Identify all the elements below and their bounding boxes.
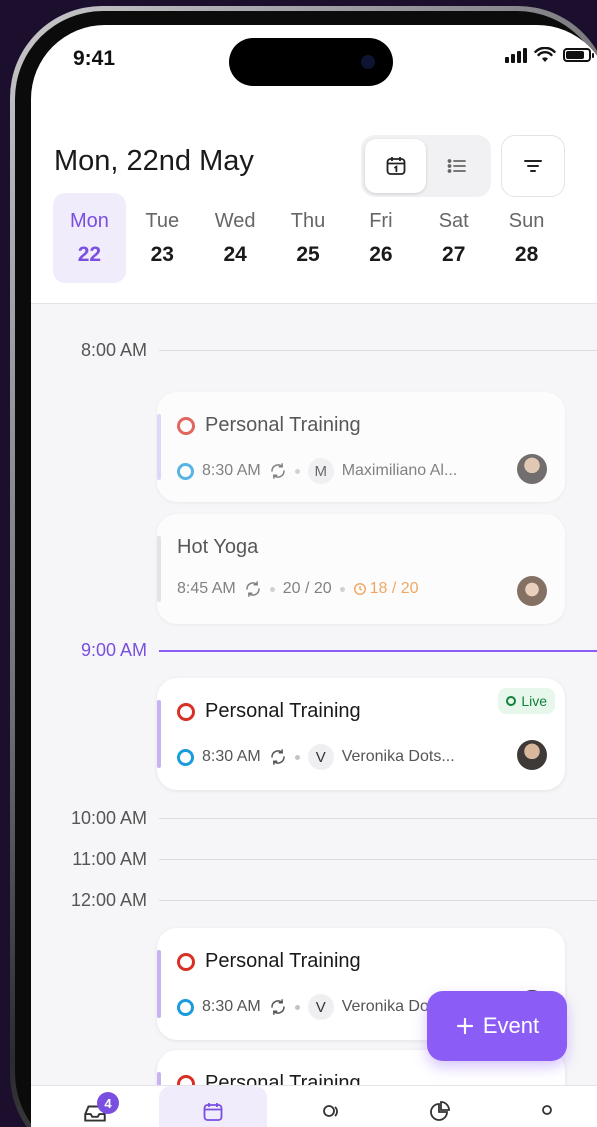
hour-line xyxy=(159,818,597,819)
event-capacity: 20 / 20 xyxy=(282,580,332,597)
status-time: 9:41 xyxy=(73,47,116,70)
week-strip: Mon 22 Tue 23 Wed 24 Thu 25 Fri 26 Sat 2… xyxy=(53,193,563,283)
filter-button[interactable] xyxy=(501,135,565,197)
event-time: 8:30 AM xyxy=(202,748,261,765)
tab-inbox[interactable]: 4 xyxy=(41,1086,149,1127)
day-tue[interactable]: Tue 23 xyxy=(126,193,199,283)
status-bar: 9:41 xyxy=(31,25,597,111)
battery-icon xyxy=(563,48,594,62)
separator-dot xyxy=(294,468,300,474)
person-initial: V xyxy=(307,994,334,1020)
person-name: Maximiliano Al... xyxy=(341,462,458,479)
repeat-icon xyxy=(245,581,260,597)
separator-dot xyxy=(269,586,275,592)
event-time: 8:30 AM xyxy=(202,462,261,479)
tab-calendar[interactable] xyxy=(159,1086,267,1127)
app-screen: 9:41 Mon, 22nd May Mon 22 Tue 23 Wed 24 … xyxy=(31,25,597,1127)
add-event-label: Event xyxy=(482,1013,540,1038)
calendar-view-button[interactable] xyxy=(365,139,426,193)
clock-icon xyxy=(353,583,366,595)
wifi-icon xyxy=(534,47,556,62)
hour-row-8am: 8:00 AM xyxy=(31,336,597,366)
event-accent-bar xyxy=(157,700,161,768)
day-sun[interactable]: Sun 28 xyxy=(490,193,563,283)
status-icons xyxy=(505,47,594,63)
hour-line xyxy=(159,350,597,351)
day-thu[interactable]: Thu 25 xyxy=(272,193,345,283)
event-card-personal-training-live[interactable]: Live Personal Training 8:30 AM V Veronik… xyxy=(157,678,565,790)
add-event-button[interactable]: Event xyxy=(427,991,567,1061)
hour-label: 8:00 AM xyxy=(80,340,147,360)
hour-row-10am: 10:00 AM xyxy=(31,804,597,834)
repeat-icon xyxy=(270,463,285,479)
session-ring-icon xyxy=(177,748,194,766)
day-wed[interactable]: Wed 24 xyxy=(199,193,272,283)
day-fri[interactable]: Fri 26 xyxy=(344,193,417,283)
profile-icon xyxy=(542,1105,552,1115)
event-title: Personal Training xyxy=(205,950,361,972)
event-time: 8:45 AM xyxy=(177,580,236,597)
hour-row-11am: 11:00 AM xyxy=(31,845,597,875)
tab-members[interactable] xyxy=(277,1086,385,1127)
status-ring-icon xyxy=(177,952,195,971)
hour-label: 11:00 AM xyxy=(72,849,147,869)
calendar-icon xyxy=(203,1103,223,1121)
members-icon xyxy=(323,1105,338,1117)
page-title: Mon, 22nd May xyxy=(54,145,254,177)
hour-row-12am: 12:00 AM xyxy=(31,886,597,916)
status-ring-icon xyxy=(177,702,195,721)
repeat-icon xyxy=(270,999,285,1015)
session-ring-icon xyxy=(177,998,194,1016)
separator-dot xyxy=(294,1004,300,1010)
session-ring-icon xyxy=(177,462,194,480)
avatar xyxy=(517,454,547,484)
event-accent-bar xyxy=(157,414,161,480)
event-card-personal-training-1[interactable]: Personal Training 8:30 AM M Maximiliano … xyxy=(157,392,565,502)
status-ring-icon xyxy=(177,416,195,435)
header: Mon, 22nd May xyxy=(31,121,597,197)
event-time: 8:30 AM xyxy=(202,998,261,1015)
event-card-hot-yoga[interactable]: Hot Yoga 8:45 AM 20 / 20 18 / 20 xyxy=(157,514,565,624)
person-name: Veronika Dots... xyxy=(341,748,455,765)
hour-label: 12:00 AM xyxy=(70,890,147,910)
hour-row-9am-current: 9:00 AM xyxy=(31,636,597,666)
event-title: Hot Yoga xyxy=(177,536,259,558)
timeline[interactable]: 8:00 AM Personal Training 8:30 AM M Maxi… xyxy=(31,303,597,1127)
event-title: Personal Training xyxy=(205,414,361,436)
list-view-button[interactable] xyxy=(426,139,487,193)
person-initial: M xyxy=(307,458,334,484)
tab-bar: 4 xyxy=(31,1085,597,1127)
separator-dot xyxy=(339,586,345,592)
filter-icon xyxy=(524,160,542,172)
event-accent-bar xyxy=(157,536,161,602)
current-time-line xyxy=(159,650,597,652)
person-initial: V xyxy=(307,744,334,770)
day-mon[interactable]: Mon 22 xyxy=(53,193,126,283)
day-sat[interactable]: Sat 27 xyxy=(417,193,490,283)
tab-reports[interactable] xyxy=(385,1086,493,1127)
avatar xyxy=(517,740,547,770)
calendar-icon xyxy=(386,157,405,175)
hour-line xyxy=(159,900,597,901)
plus-icon xyxy=(456,1017,473,1035)
waitlist-count: 18 / 20 xyxy=(369,580,419,597)
hour-line xyxy=(159,859,597,860)
tab-profile[interactable] xyxy=(493,1086,597,1127)
signal-icon xyxy=(505,47,527,63)
view-toggle xyxy=(361,135,491,197)
live-badge: Live xyxy=(498,688,555,714)
separator-dot xyxy=(294,754,300,760)
list-icon xyxy=(447,159,466,173)
repeat-icon xyxy=(270,749,285,765)
avatar xyxy=(517,576,547,606)
notification-badge: 4 xyxy=(97,1092,119,1114)
pie-chart-icon xyxy=(430,1101,450,1121)
event-title: Personal Training xyxy=(205,700,361,722)
hour-label: 10:00 AM xyxy=(70,808,147,828)
dynamic-island xyxy=(229,38,393,86)
hour-label: 9:00 AM xyxy=(80,640,147,660)
event-accent-bar xyxy=(157,950,161,1018)
